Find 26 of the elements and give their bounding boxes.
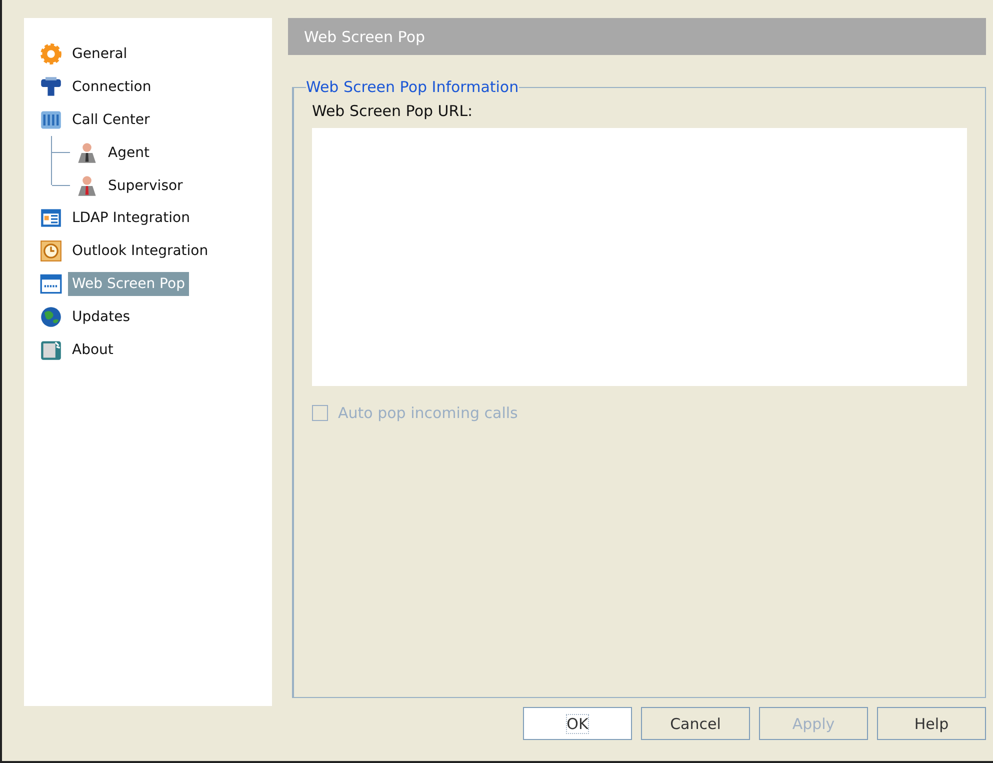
tree-item[interactable]: General xyxy=(68,42,132,66)
tree-item[interactable]: Updates xyxy=(68,304,134,328)
phones-icon xyxy=(40,108,62,130)
dialog-button[interactable]: Help xyxy=(877,707,986,740)
tree-item[interactable]: Supervisor xyxy=(104,174,187,198)
gear-icon xyxy=(40,42,62,64)
globe-icon xyxy=(40,306,62,328)
address-card-icon xyxy=(40,206,62,228)
tree-item[interactable]: Call Center xyxy=(68,108,154,132)
clock-icon xyxy=(40,240,62,262)
person-icon xyxy=(76,174,98,196)
tree-item[interactable]: About xyxy=(68,338,118,362)
url-label: Web Screen Pop URL: xyxy=(312,102,474,120)
tree-item[interactable]: LDAP Integration xyxy=(68,206,194,230)
tree-item[interactable]: Outlook Integration xyxy=(68,238,212,262)
info-icon xyxy=(40,338,62,360)
group-legend: Web Screen Pop Information xyxy=(306,78,519,96)
plug-icon xyxy=(40,76,62,98)
checkbox-label: Auto pop incoming calls xyxy=(338,404,518,422)
panel-title: Web Screen Pop xyxy=(304,28,426,46)
person-icon xyxy=(76,142,98,164)
browser-window-icon xyxy=(40,272,62,294)
tree-item[interactable]: Connection xyxy=(68,74,156,98)
tree-item[interactable]: Agent xyxy=(104,140,154,164)
dialog-button[interactable]: Cancel xyxy=(641,707,750,740)
dialog-button[interactable]: OK xyxy=(523,707,632,740)
